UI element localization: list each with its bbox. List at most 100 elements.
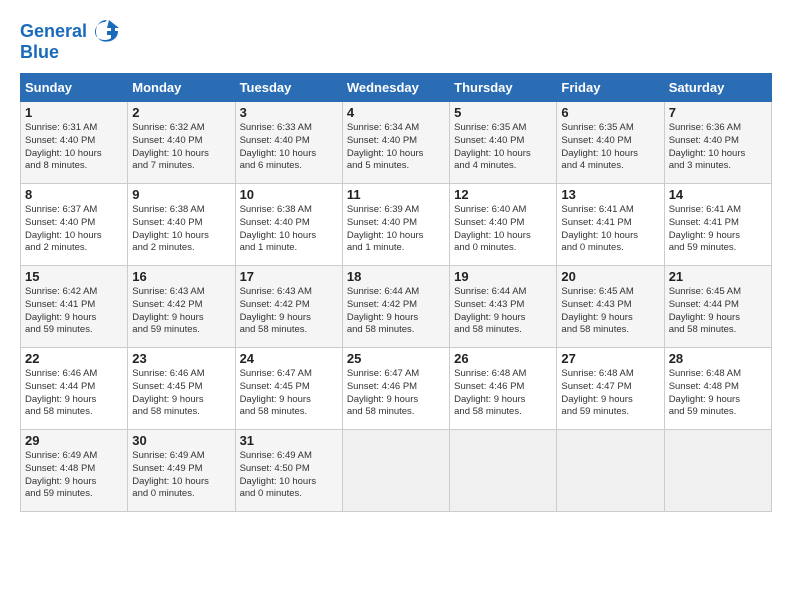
day-number: 17 (240, 269, 338, 284)
calendar-cell: 6Sunrise: 6:35 AM Sunset: 4:40 PM Daylig… (557, 102, 664, 184)
calendar-cell: 11 Sunrise: 6:39 AM Sunset: 4:40 PM Dayli… (342, 184, 449, 266)
day-info: Sunrise: 6:43 AM Sunset: 4:42 PM Dayligh… (132, 286, 230, 337)
day-info: Sunrise: 6:33 AM Sunset: 4:40 PM Dayligh… (240, 122, 338, 173)
day-number: 9 (132, 187, 230, 202)
day-info: Sunrise: 6:40 AM Sunset: 4:40 PM Dayligh… (454, 204, 552, 255)
calendar-cell: 24 Sunrise: 6:47 AM Sunset: 4:45 PM Dayli… (235, 348, 342, 430)
day-number: 25 (347, 351, 445, 366)
calendar-cell: 13Sunrise: 6:41 AM Sunset: 4:41 PM Dayli… (557, 184, 664, 266)
weekday-header: Tuesday (235, 74, 342, 102)
weekday-header: Thursday (450, 74, 557, 102)
day-info: Sunrise: 6:48 AM Sunset: 4:46 PM Dayligh… (454, 368, 552, 419)
day-info: Sunrise: 6:48 AM Sunset: 4:48 PM Dayligh… (669, 368, 767, 419)
calendar-table: SundayMondayTuesdayWednesdayThursdayFrid… (20, 73, 772, 512)
calendar-cell: 15 Sunrise: 6:42 AM Sunset: 4:41 PM Dayli… (21, 266, 128, 348)
day-number: 18 (347, 269, 445, 284)
calendar-cell: 20Sunrise: 6:45 AM Sunset: 4:43 PM Dayli… (557, 266, 664, 348)
day-info: Sunrise: 6:47 AM Sunset: 4:45 PM Dayligh… (240, 368, 338, 419)
day-number: 2 (132, 105, 230, 120)
calendar-cell: 21Sunrise: 6:45 AM Sunset: 4:44 PM Dayli… (664, 266, 771, 348)
calendar-cell (450, 430, 557, 512)
calendar-cell: 16 Sunrise: 6:43 AM Sunset: 4:42 PM Dayli… (128, 266, 235, 348)
day-number: 28 (669, 351, 767, 366)
calendar-week-row: 29Sunrise: 6:49 AM Sunset: 4:48 PM Dayli… (21, 430, 772, 512)
calendar-cell: 19Sunrise: 6:44 AM Sunset: 4:43 PM Dayli… (450, 266, 557, 348)
calendar-cell: 8Sunrise: 6:37 AM Sunset: 4:40 PM Daylig… (21, 184, 128, 266)
day-number: 24 (240, 351, 338, 366)
calendar-cell (664, 430, 771, 512)
calendar-cell: 27Sunrise: 6:48 AM Sunset: 4:47 PM Dayli… (557, 348, 664, 430)
calendar-body: 1 Sunrise: 6:31 AM Sunset: 4:40 PM Daylig… (21, 102, 772, 512)
day-info: Sunrise: 6:49 AM Sunset: 4:49 PM Dayligh… (132, 450, 230, 501)
day-number: 15 (25, 269, 123, 284)
calendar-cell: 23 Sunrise: 6:46 AM Sunset: 4:45 PM Dayli… (128, 348, 235, 430)
day-info: Sunrise: 6:42 AM Sunset: 4:41 PM Dayligh… (25, 286, 123, 337)
calendar-cell: 14Sunrise: 6:41 AM Sunset: 4:41 PM Dayli… (664, 184, 771, 266)
calendar-cell: 17 Sunrise: 6:43 AM Sunset: 4:42 PM Dayli… (235, 266, 342, 348)
day-info: Sunrise: 6:37 AM Sunset: 4:40 PM Dayligh… (25, 204, 123, 255)
calendar-cell: 9 Sunrise: 6:38 AM Sunset: 4:40 PM Daylig… (128, 184, 235, 266)
logo-text: General (20, 22, 87, 42)
day-info: Sunrise: 6:46 AM Sunset: 4:44 PM Dayligh… (25, 368, 123, 419)
day-info: Sunrise: 6:34 AM Sunset: 4:40 PM Dayligh… (347, 122, 445, 173)
day-number: 21 (669, 269, 767, 284)
weekday-header: Sunday (21, 74, 128, 102)
day-number: 31 (240, 433, 338, 448)
day-info: Sunrise: 6:38 AM Sunset: 4:40 PM Dayligh… (240, 204, 338, 255)
calendar-cell: 5Sunrise: 6:35 AM Sunset: 4:40 PM Daylig… (450, 102, 557, 184)
day-info: Sunrise: 6:31 AM Sunset: 4:40 PM Dayligh… (25, 122, 123, 173)
day-info: Sunrise: 6:44 AM Sunset: 4:43 PM Dayligh… (454, 286, 552, 337)
calendar-cell (342, 430, 449, 512)
day-number: 1 (25, 105, 123, 120)
calendar-cell: 22 Sunrise: 6:46 AM Sunset: 4:44 PM Dayli… (21, 348, 128, 430)
calendar-cell: 26 Sunrise: 6:48 AM Sunset: 4:46 PM Dayli… (450, 348, 557, 430)
calendar-cell: 28 Sunrise: 6:48 AM Sunset: 4:48 PM Dayli… (664, 348, 771, 430)
calendar-cell: 4 Sunrise: 6:34 AM Sunset: 4:40 PM Daylig… (342, 102, 449, 184)
weekday-header: Saturday (664, 74, 771, 102)
weekday-header: Monday (128, 74, 235, 102)
day-number: 3 (240, 105, 338, 120)
day-number: 12 (454, 187, 552, 202)
calendar-cell: 25 Sunrise: 6:47 AM Sunset: 4:46 PM Dayli… (342, 348, 449, 430)
day-info: Sunrise: 6:48 AM Sunset: 4:47 PM Dayligh… (561, 368, 659, 419)
header: General Blue (20, 18, 772, 63)
day-info: Sunrise: 6:43 AM Sunset: 4:42 PM Dayligh… (240, 286, 338, 337)
day-number: 11 (347, 187, 445, 202)
calendar-cell: 29Sunrise: 6:49 AM Sunset: 4:48 PM Dayli… (21, 430, 128, 512)
calendar-cell (557, 430, 664, 512)
day-info: Sunrise: 6:32 AM Sunset: 4:40 PM Dayligh… (132, 122, 230, 173)
day-info: Sunrise: 6:36 AM Sunset: 4:40 PM Dayligh… (669, 122, 767, 173)
day-info: Sunrise: 6:38 AM Sunset: 4:40 PM Dayligh… (132, 204, 230, 255)
calendar-cell: 2 Sunrise: 6:32 AM Sunset: 4:40 PM Daylig… (128, 102, 235, 184)
day-number: 22 (25, 351, 123, 366)
day-info: Sunrise: 6:41 AM Sunset: 4:41 PM Dayligh… (561, 204, 659, 255)
calendar-week-row: 22 Sunrise: 6:46 AM Sunset: 4:44 PM Dayli… (21, 348, 772, 430)
calendar-cell: 18 Sunrise: 6:44 AM Sunset: 4:42 PM Dayli… (342, 266, 449, 348)
calendar-cell: 3 Sunrise: 6:33 AM Sunset: 4:40 PM Daylig… (235, 102, 342, 184)
day-number: 20 (561, 269, 659, 284)
day-info: Sunrise: 6:41 AM Sunset: 4:41 PM Dayligh… (669, 204, 767, 255)
calendar-cell: 1 Sunrise: 6:31 AM Sunset: 4:40 PM Daylig… (21, 102, 128, 184)
day-number: 26 (454, 351, 552, 366)
day-info: Sunrise: 6:46 AM Sunset: 4:45 PM Dayligh… (132, 368, 230, 419)
calendar-cell: 30Sunrise: 6:49 AM Sunset: 4:49 PM Dayli… (128, 430, 235, 512)
day-number: 10 (240, 187, 338, 202)
calendar-cell: 10 Sunrise: 6:38 AM Sunset: 4:40 PM Dayli… (235, 184, 342, 266)
calendar-week-row: 15 Sunrise: 6:42 AM Sunset: 4:41 PM Dayli… (21, 266, 772, 348)
day-number: 4 (347, 105, 445, 120)
calendar-cell: 31Sunrise: 6:49 AM Sunset: 4:50 PM Dayli… (235, 430, 342, 512)
day-info: Sunrise: 6:39 AM Sunset: 4:40 PM Dayligh… (347, 204, 445, 255)
calendar-week-row: 1 Sunrise: 6:31 AM Sunset: 4:40 PM Daylig… (21, 102, 772, 184)
day-number: 16 (132, 269, 230, 284)
day-info: Sunrise: 6:35 AM Sunset: 4:40 PM Dayligh… (454, 122, 552, 173)
calendar-week-row: 8Sunrise: 6:37 AM Sunset: 4:40 PM Daylig… (21, 184, 772, 266)
day-info: Sunrise: 6:44 AM Sunset: 4:42 PM Dayligh… (347, 286, 445, 337)
calendar-header: SundayMondayTuesdayWednesdayThursdayFrid… (21, 74, 772, 102)
weekday-header: Wednesday (342, 74, 449, 102)
day-number: 23 (132, 351, 230, 366)
calendar-cell: 7Sunrise: 6:36 AM Sunset: 4:40 PM Daylig… (664, 102, 771, 184)
day-number: 29 (25, 433, 123, 448)
day-info: Sunrise: 6:47 AM Sunset: 4:46 PM Dayligh… (347, 368, 445, 419)
logo: General Blue (20, 18, 119, 63)
day-info: Sunrise: 6:35 AM Sunset: 4:40 PM Dayligh… (561, 122, 659, 173)
